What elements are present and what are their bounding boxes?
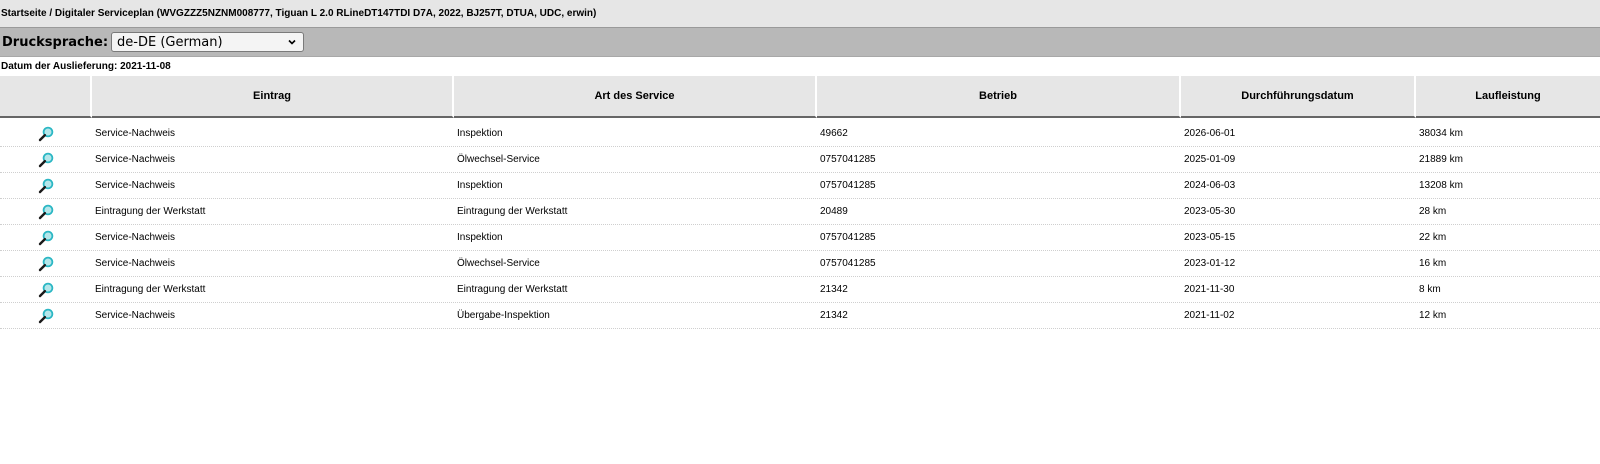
magnifier-icon[interactable] (38, 230, 54, 246)
cell-action (0, 251, 92, 276)
table-header: Eintrag Art des Service Betrieb Durchfüh… (0, 76, 1600, 118)
cell-entry: Eintragung der Werkstatt (95, 206, 206, 217)
table-row: Eintragung der Werkstatt Eintragung der W… (0, 277, 1600, 303)
cell-entry: Service-Nachweis (95, 310, 176, 321)
cell-execution-date: 2023-01-12 (1184, 258, 1236, 269)
service-table: Eintrag Art des Service Betrieb Durchfüh… (0, 76, 1600, 329)
cell-entry: Service-Nachweis (95, 258, 176, 269)
cell-action (0, 225, 92, 250)
cell-mileage: 12 km (1419, 310, 1447, 321)
print-language-selected-value: de-DE (German) (117, 34, 223, 50)
cell-service-type: Inspektion (457, 128, 503, 139)
cell-service-type: Inspektion (457, 180, 503, 191)
cell-mileage: 16 km (1419, 258, 1447, 269)
cell-execution-date: 2026-06-01 (1184, 128, 1236, 139)
header-workshop[interactable]: Betrieb (817, 76, 1181, 118)
cell-service-type: Ölwechsel-Service (457, 154, 540, 165)
magnifier-icon[interactable] (38, 178, 54, 194)
table-row: Service-Nachweis Inspektion 0757041285 2023… (0, 225, 1600, 251)
cell-entry: Service-Nachweis (95, 154, 176, 165)
cell-entry: Service-Nachweis (95, 128, 176, 139)
chevron-down-icon (288, 39, 296, 45)
magnifier-icon[interactable] (38, 256, 54, 272)
cell-entry: Service-Nachweis (95, 232, 176, 243)
table-row: Service-Nachweis Ölwechsel-Service 0757041… (0, 251, 1600, 277)
header-mileage[interactable]: Laufleistung (1416, 76, 1600, 118)
cell-mileage: 28 km (1419, 206, 1447, 217)
magnifier-icon[interactable] (38, 308, 54, 324)
cell-service-type: Eintragung der Werkstatt (457, 206, 568, 217)
cell-action (0, 121, 92, 146)
magnifier-icon[interactable] (38, 152, 54, 168)
cell-workshop: 21342 (820, 284, 848, 295)
cell-action (0, 277, 92, 302)
magnifier-icon[interactable] (38, 204, 54, 220)
table-body: Service-Nachweis Inspektion 49662 2026-06-0… (0, 121, 1600, 329)
cell-entry: Service-Nachweis (95, 180, 176, 191)
cell-workshop: 21342 (820, 310, 848, 321)
header-service-type[interactable]: Art des Service (454, 76, 817, 118)
header-entry[interactable]: Eintrag (92, 76, 454, 118)
cell-action (0, 199, 92, 224)
delivery-date: Datum der Auslieferung: 2021-11-08 (1, 61, 171, 72)
cell-workshop: 0757041285 (820, 258, 876, 269)
table-row: Service-Nachweis Inspektion 49662 2026-06-0… (0, 121, 1600, 147)
cell-mileage: 13208 km (1419, 180, 1463, 191)
cell-mileage: 38034 km (1419, 128, 1463, 139)
cell-workshop: 0757041285 (820, 232, 876, 243)
cell-action (0, 147, 92, 172)
cell-service-type: Inspektion (457, 232, 503, 243)
cell-workshop: 0757041285 (820, 154, 876, 165)
cell-service-type: Übergabe-Inspektion (457, 310, 550, 321)
cell-mileage: 21889 km (1419, 154, 1463, 165)
cell-service-type: Eintragung der Werkstatt (457, 284, 568, 295)
cell-action (0, 173, 92, 198)
cell-action (0, 303, 92, 328)
table-row: Eintragung der Werkstatt Eintragung der W… (0, 199, 1600, 225)
cell-mileage: 8 km (1419, 284, 1441, 295)
header-action (0, 76, 92, 118)
cell-execution-date: 2023-05-30 (1184, 206, 1236, 217)
cell-mileage: 22 km (1419, 232, 1447, 243)
header-execution-date[interactable]: Durchführungsdatum (1181, 76, 1416, 118)
cell-entry: Eintragung der Werkstatt (95, 284, 206, 295)
cell-execution-date: 2024-06-03 (1184, 180, 1236, 191)
cell-execution-date: 2023-05-15 (1184, 232, 1236, 243)
print-language-select[interactable]: de-DE (German) (111, 32, 305, 52)
print-language-label: Drucksprache: (2, 34, 109, 50)
table-row: Service-Nachweis Übergabe-Inspektion 21342… (0, 303, 1600, 329)
cell-execution-date: 2025-01-09 (1184, 154, 1236, 165)
magnifier-icon[interactable] (38, 282, 54, 298)
cell-workshop: 20489 (820, 206, 848, 217)
cell-execution-date: 2021-11-02 (1184, 310, 1235, 321)
print-language-bar: Drucksprache: de-DE (German) (0, 28, 1600, 57)
magnifier-icon[interactable] (38, 126, 54, 142)
table-row: Service-Nachweis Ölwechsel-Service 0757041… (0, 147, 1600, 173)
cell-workshop: 49662 (820, 128, 848, 139)
cell-workshop: 0757041285 (820, 180, 876, 191)
cell-execution-date: 2021-11-30 (1184, 284, 1235, 295)
breadcrumb: Startseite / Digitaler Serviceplan (WVGZ… (0, 0, 1600, 28)
table-row: Service-Nachweis Inspektion 0757041285 2024… (0, 173, 1600, 199)
cell-service-type: Ölwechsel-Service (457, 258, 540, 269)
